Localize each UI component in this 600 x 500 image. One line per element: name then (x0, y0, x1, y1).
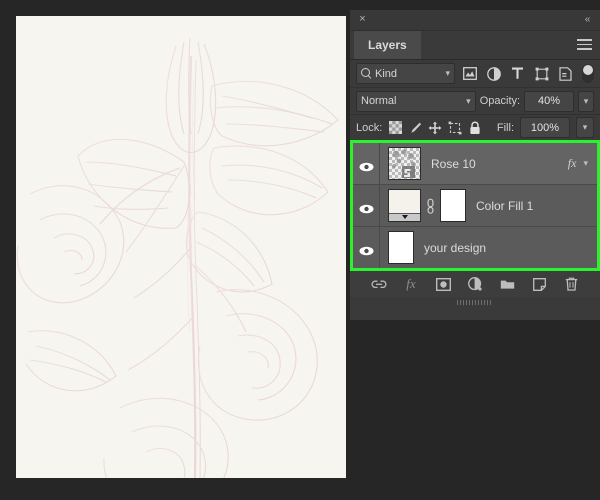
blend-mode-value: Normal (361, 95, 397, 107)
search-icon (361, 68, 372, 79)
blend-mode-select[interactable]: Normal ▾ (356, 90, 476, 112)
chevron-down-icon[interactable]: ▾ (583, 159, 588, 168)
chevron-down-icon[interactable]: ▾ (445, 69, 450, 78)
layer-thumbnail[interactable] (388, 147, 421, 180)
lock-transparent-pixels-icon[interactable] (388, 121, 402, 135)
layers-panel: × « Layers Kind ▾ Normal ▾ Opacity: 40% … (350, 10, 600, 320)
close-icon[interactable]: × (356, 13, 369, 26)
layer-name[interactable]: Color Fill 1 (466, 199, 597, 213)
filter-kind-label: Kind (375, 67, 398, 80)
fill-stepper[interactable]: ▾ (576, 117, 594, 138)
filter-adjustment-layers-icon[interactable] (484, 64, 503, 83)
layer-visibility-toggle[interactable] (353, 185, 380, 226)
opacity-stepper[interactable]: ▾ (578, 90, 594, 112)
link-layers-icon[interactable] (371, 276, 387, 292)
new-adjustment-layer-icon[interactable] (467, 276, 483, 292)
eye-icon (359, 201, 374, 213)
layer-effects-group: fx ▾ (568, 156, 597, 171)
lock-all-icon[interactable] (468, 121, 482, 135)
layer-thumbnails (380, 231, 414, 264)
eye-icon (359, 243, 374, 255)
filter-type-layers-icon[interactable] (508, 64, 527, 83)
filter-smart-object-layers-icon[interactable] (556, 64, 575, 83)
layer-thumbnail[interactable] (388, 189, 421, 222)
layer-thumbnails (380, 147, 421, 180)
layer-filter-row: Kind ▾ (350, 60, 600, 87)
opacity-input[interactable]: 40% (524, 90, 575, 112)
fill-input[interactable]: 100% (520, 117, 570, 138)
filter-kind-select[interactable]: Kind ▾ (356, 63, 455, 84)
layer-thumbnails (380, 189, 466, 222)
layer-mask-thumbnail[interactable] (440, 189, 466, 222)
photoshop-layers-screen: × « Layers Kind ▾ Normal ▾ Opacity: 40% … (0, 0, 600, 500)
layer-name[interactable]: your design (414, 241, 597, 255)
lock-image-pixels-icon[interactable] (408, 121, 422, 135)
lock-fill-row: Lock: Fill: 100% ▾ (350, 114, 600, 140)
fill-label: Fill: (496, 121, 514, 134)
filter-enable-toggle[interactable] (582, 64, 594, 83)
eye-icon (359, 159, 374, 171)
chevron-down-icon[interactable]: ▾ (466, 96, 471, 106)
new-layer-icon[interactable] (531, 276, 547, 292)
blend-opacity-row: Normal ▾ Opacity: 40% ▾ (350, 87, 600, 114)
layer-thumbnail[interactable] (388, 231, 414, 264)
filter-pixel-layers-icon[interactable] (460, 64, 479, 83)
document-canvas[interactable] (16, 16, 346, 478)
panel-titlebar: × « (350, 10, 600, 31)
lock-label: Lock: (356, 121, 383, 134)
tab-layers[interactable]: Layers (354, 31, 421, 59)
table-row[interactable]: Color Fill 1 (353, 185, 597, 227)
layer-list-highlight: Rose 10 fx ▾ Color Fill 1 your design (350, 140, 600, 271)
add-layer-style-icon[interactable]: fx (403, 276, 419, 292)
link-mask-icon[interactable] (426, 198, 435, 214)
add-layer-mask-icon[interactable] (435, 276, 451, 292)
layer-name[interactable]: Rose 10 (421, 157, 568, 171)
layer-visibility-toggle[interactable] (353, 143, 380, 184)
table-row[interactable]: Rose 10 fx ▾ (353, 143, 597, 185)
new-group-icon[interactable] (499, 276, 515, 292)
panel-resize-grip[interactable] (350, 297, 600, 307)
collapse-panel-icon[interactable]: « (580, 13, 594, 26)
panel-menu-icon[interactable] (577, 39, 592, 51)
opacity-label: Opacity: (479, 95, 521, 107)
layer-fx-badge[interactable]: fx (568, 156, 577, 171)
canvas-artwork (16, 16, 346, 478)
layers-bottom-toolbar: fx (350, 271, 600, 297)
lock-position-icon[interactable] (428, 121, 442, 135)
delete-layer-icon[interactable] (563, 276, 579, 292)
filter-shape-layers-icon[interactable] (532, 64, 551, 83)
table-row[interactable]: your design (353, 227, 597, 268)
lock-artboard-nesting-icon[interactable] (448, 121, 462, 135)
panel-tabstrip: Layers (350, 31, 600, 60)
layer-visibility-toggle[interactable] (353, 227, 380, 268)
